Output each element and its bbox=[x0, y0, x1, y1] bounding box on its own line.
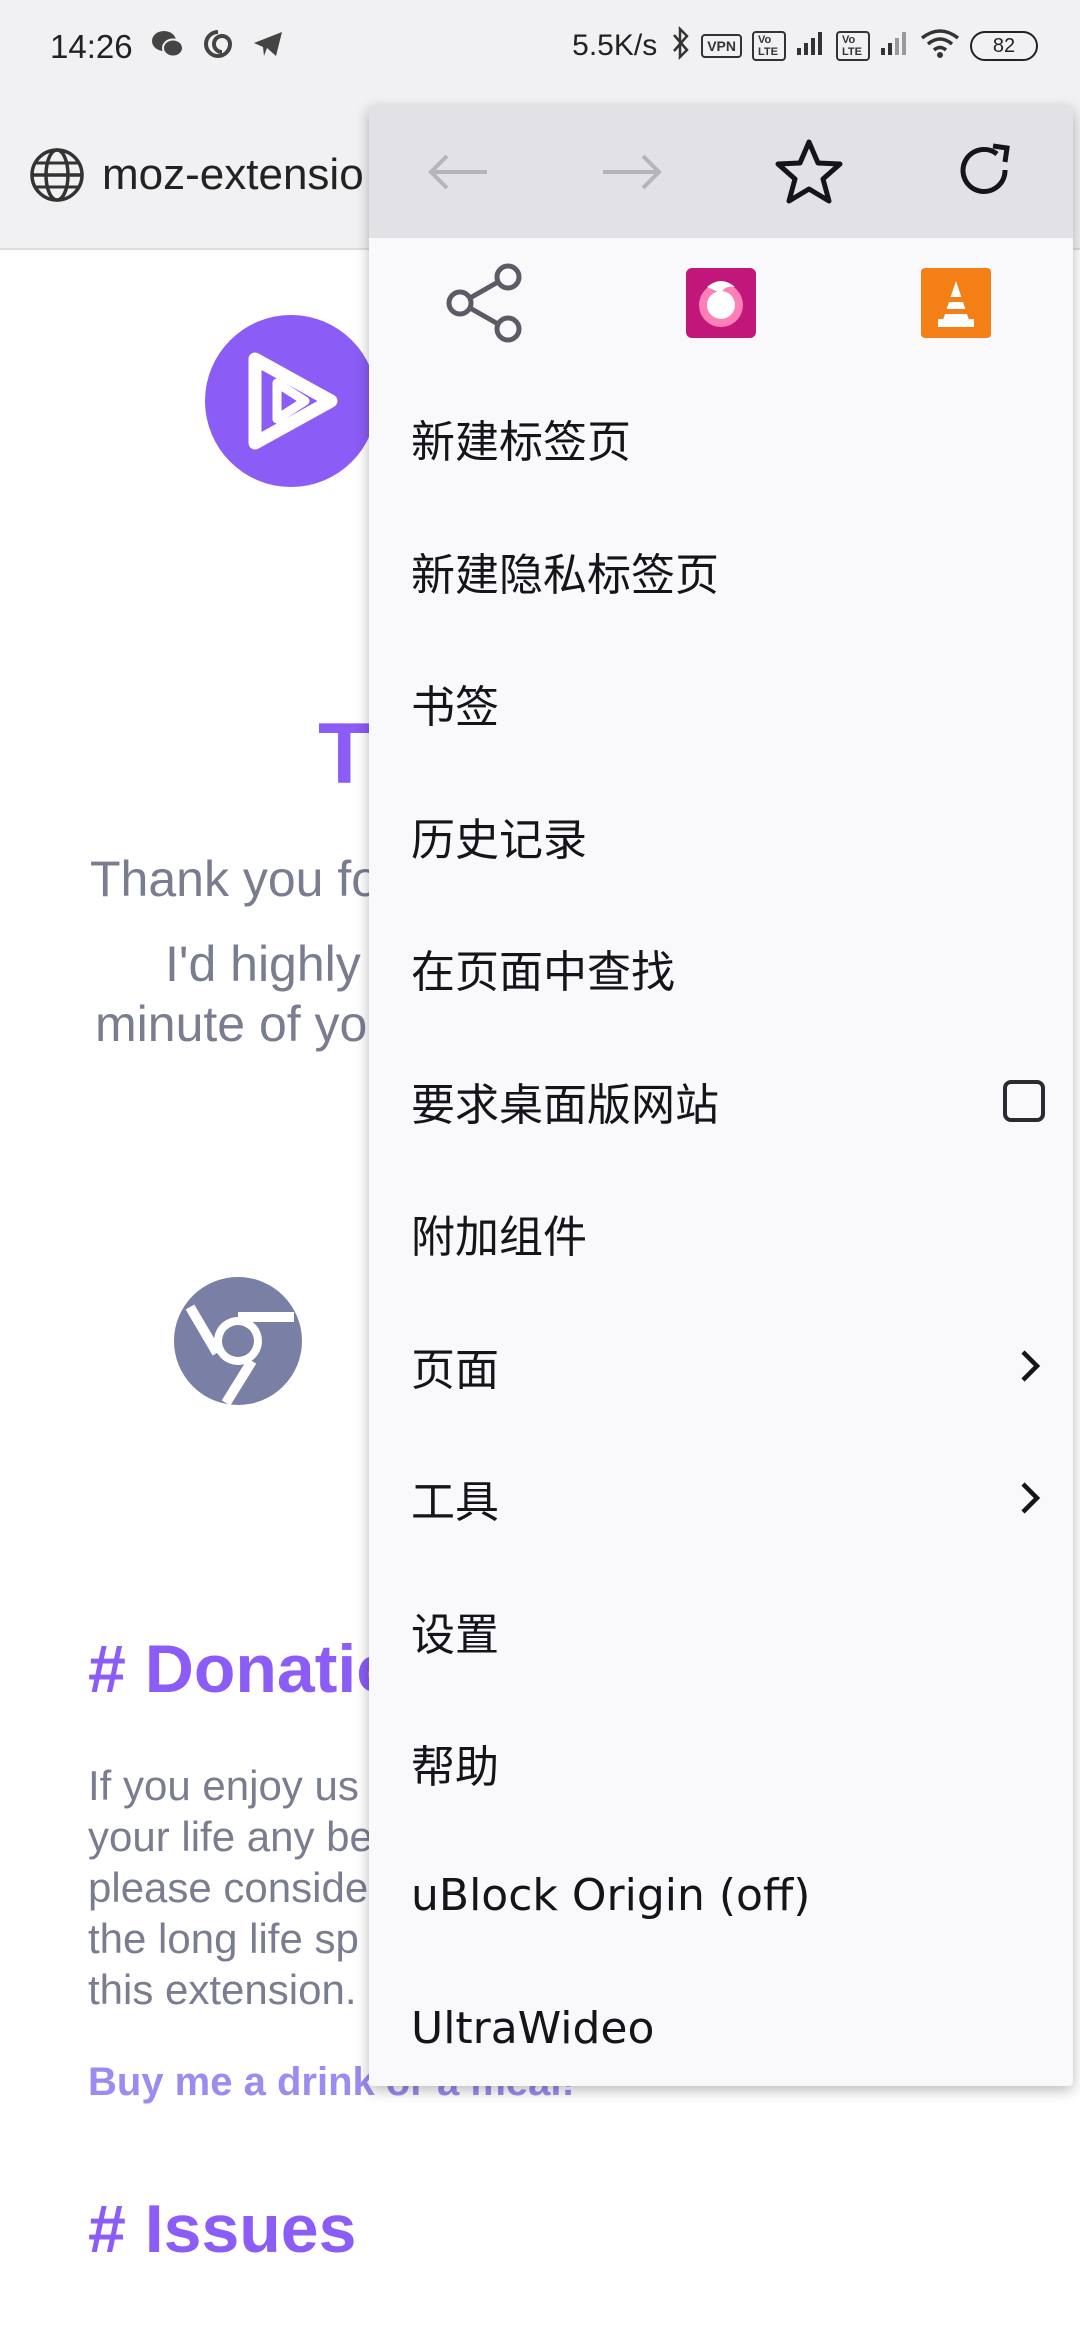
hermes-icon bbox=[200, 26, 236, 62]
menu-item-label: 书签 bbox=[411, 682, 499, 734]
chevron-right-icon bbox=[1021, 1482, 1041, 1514]
menu-item-label: 帮助 bbox=[411, 1742, 499, 1794]
bookmark-star-icon bbox=[775, 139, 843, 204]
menu-items: 新建标签页 新建隐私标签页 书签 历史记录 在页面中查找 要求桌面版网站 附加组… bbox=[369, 372, 1073, 2095]
menu-item-history[interactable]: 历史记录 bbox=[369, 770, 1073, 903]
clock: 14:26 bbox=[50, 28, 133, 65]
menu-item-label: UltraWideo bbox=[411, 2002, 655, 2054]
menu-item-tools[interactable]: 工具 bbox=[369, 1432, 1073, 1565]
menu-item-bookmarks[interactable]: 书签 bbox=[369, 637, 1073, 770]
menu-item-page[interactable]: 页面 bbox=[369, 1300, 1073, 1433]
vlc-button[interactable] bbox=[838, 267, 1073, 339]
forward-icon bbox=[603, 154, 662, 190]
globe-icon bbox=[28, 146, 86, 204]
signal-icon-2 bbox=[880, 30, 910, 61]
forward-button[interactable] bbox=[545, 106, 721, 238]
menu-item-label: 工具 bbox=[411, 1477, 499, 1529]
telegram-icon bbox=[250, 26, 286, 62]
intro-line-1: I'd highly bbox=[165, 936, 361, 992]
donation-paragraph: If you enjoy us your life any be please … bbox=[88, 1760, 373, 2015]
chevron-right-icon bbox=[1021, 1350, 1041, 1382]
wifi-icon bbox=[920, 28, 960, 63]
menu-item-desktop-site[interactable]: 要求桌面版网站 bbox=[369, 1035, 1073, 1168]
app-logo-icon bbox=[205, 315, 377, 487]
system-status: 5.5K/s VPN Vo LTE Vo LTE 82 bbox=[572, 25, 1038, 65]
menu-item-new-private-tab[interactable]: 新建隐私标签页 bbox=[369, 505, 1073, 638]
menu-item-label: 历史记录 bbox=[411, 814, 587, 866]
chrome-icon[interactable] bbox=[172, 1275, 304, 1407]
bluetooth-icon bbox=[671, 25, 691, 65]
donation-heading: # Donatio bbox=[88, 1630, 398, 1708]
reload-icon bbox=[960, 143, 1010, 194]
donation-heading-text: Donatio bbox=[144, 1631, 398, 1707]
status-bar: 14:26 5.5K/s VPN Vo LTE Vo LTE 82 bbox=[0, 0, 1080, 100]
menu-item-label: 新建隐私标签页 bbox=[411, 549, 719, 601]
firefox-focus-button[interactable] bbox=[604, 267, 839, 339]
intro-line-2: minute of yo bbox=[95, 996, 368, 1052]
battery-indicator: 82 bbox=[970, 30, 1038, 61]
network-speed: 5.5K/s bbox=[572, 28, 658, 62]
donation-line: please conside bbox=[88, 1864, 369, 1911]
menu-item-label: 设置 bbox=[411, 1609, 499, 1661]
desktop-site-checkbox[interactable] bbox=[1003, 1079, 1045, 1122]
menu-item-label: 页面 bbox=[411, 1344, 499, 1396]
menu-item-label: 在页面中查找 bbox=[411, 947, 675, 999]
vpn-badge: VPN bbox=[701, 33, 742, 58]
browser-menu: 新建标签页 新建隐私标签页 书签 历史记录 在页面中查找 要求桌面版网站 附加组… bbox=[369, 106, 1073, 2086]
share-icon bbox=[446, 263, 522, 343]
notification-icons bbox=[150, 26, 286, 62]
thank-you-text: Thank you fo bbox=[90, 851, 380, 907]
heading-hash: # bbox=[88, 1631, 126, 1707]
menu-item-new-tab[interactable]: 新建标签页 bbox=[369, 372, 1073, 505]
heading-hash: # bbox=[88, 2191, 126, 2267]
vlc-icon bbox=[920, 268, 991, 338]
donation-line: this extension. bbox=[88, 1966, 357, 2013]
menu-extension-row bbox=[369, 238, 1073, 368]
menu-item-label: 要求桌面版网站 bbox=[411, 1079, 719, 1131]
page-title: T bbox=[318, 706, 371, 802]
menu-item-label: uBlock Origin (off) bbox=[411, 1870, 811, 1922]
back-icon bbox=[428, 154, 487, 190]
menu-item-help[interactable]: 帮助 bbox=[369, 1697, 1073, 1830]
menu-item-ultrawideo[interactable]: UltraWideo bbox=[369, 1962, 1073, 2095]
donation-line: the long life sp bbox=[88, 1915, 359, 1962]
wechat-icon bbox=[150, 26, 186, 62]
menu-item-find-in-page[interactable]: 在页面中查找 bbox=[369, 902, 1073, 1035]
menu-item-label: 新建标签页 bbox=[411, 417, 631, 469]
url-text[interactable]: moz-extensio bbox=[102, 150, 364, 200]
reload-button[interactable] bbox=[897, 106, 1073, 238]
volte-badge-2: Vo LTE bbox=[836, 30, 870, 61]
menu-item-add-ons[interactable]: 附加组件 bbox=[369, 1167, 1073, 1300]
menu-item-settings[interactable]: 设置 bbox=[369, 1565, 1073, 1698]
menu-item-label: 附加组件 bbox=[411, 1212, 587, 1264]
donation-line: your life any be bbox=[88, 1813, 373, 1860]
issues-heading: # Issues bbox=[88, 2190, 356, 2268]
share-button[interactable] bbox=[369, 263, 604, 343]
issues-heading-text: Issues bbox=[144, 2191, 357, 2267]
firefox-focus-icon bbox=[686, 268, 756, 338]
menu-item-ublock-origin[interactable]: uBlock Origin (off) bbox=[369, 1830, 1073, 1963]
signal-icon bbox=[796, 30, 826, 61]
bookmark-button[interactable] bbox=[721, 106, 897, 238]
menu-nav-row bbox=[369, 106, 1073, 238]
volte-badge-1: Vo LTE bbox=[752, 30, 786, 61]
back-button[interactable] bbox=[369, 106, 545, 238]
donation-line: If you enjoy us bbox=[88, 1762, 359, 1809]
